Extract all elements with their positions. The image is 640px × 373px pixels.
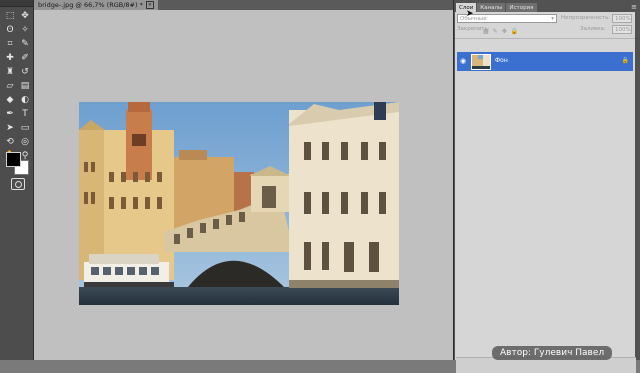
layer-row-background[interactable]: ◉ Фон 🔒	[457, 52, 633, 71]
visibility-eye-icon[interactable]: ◉	[460, 57, 469, 66]
lasso-icon[interactable]: ʘ	[4, 24, 16, 36]
panel-menu-icon[interactable]: ≡	[631, 3, 637, 11]
opacity-input[interactable]: 100%	[612, 14, 632, 23]
layers-options-row: Обычные ▾ Непрозрачность: 100%	[457, 14, 633, 24]
healing-brush-icon[interactable]: ✚	[4, 52, 16, 64]
fill-input[interactable]: 100%	[612, 25, 632, 34]
layers-panel-group: Слои Каналы История ≡ Обычные ▾ Непрозра…	[453, 0, 640, 373]
marquee-icon[interactable]: ⬚	[4, 10, 16, 22]
opacity-label: Непрозрачность:	[561, 15, 611, 21]
magic-wand-icon[interactable]: ✧	[19, 24, 31, 36]
color-swatches	[6, 152, 30, 175]
brush-icon[interactable]: ✐	[19, 52, 31, 64]
3d-rotate-icon[interactable]: ⟲	[4, 136, 16, 148]
type-icon[interactable]: T	[19, 108, 31, 120]
foreground-color-swatch[interactable]	[6, 152, 21, 167]
canvas-area[interactable]	[34, 10, 453, 360]
document-tab-bar: bridge-.jpg @ 66,7% (RGB/8#) * ×	[34, 0, 453, 10]
lock-pixels-icon[interactable]: ✎	[493, 28, 498, 35]
tab-channels[interactable]: Каналы	[477, 3, 506, 12]
mouse-cursor-icon: ➤	[466, 9, 474, 19]
pen-icon[interactable]: ✒	[4, 108, 16, 120]
move-icon[interactable]: ✥	[19, 10, 31, 22]
lock-position-icon[interactable]: ✥	[502, 28, 507, 35]
dodge-icon[interactable]: ◐	[19, 94, 31, 106]
panel-divider	[455, 38, 635, 39]
clone-stamp-icon[interactable]: ♜	[4, 66, 16, 78]
venice-rialto-photo	[79, 102, 399, 305]
quick-mask-icon	[14, 180, 22, 188]
author-watermark: Автор: Гулевич Павел	[492, 346, 613, 360]
document-tab[interactable]: bridge-.jpg @ 66,7% (RGB/8#) * ×	[34, 0, 158, 10]
3d-camera-icon[interactable]: ◎	[19, 136, 31, 148]
document-image[interactable]	[79, 102, 399, 305]
layers-panel: Обычные ▾ Непрозрачность: 100% Закрепить…	[455, 12, 636, 373]
chevron-down-icon: ▾	[551, 16, 554, 22]
panel-tab-bar: Слои Каналы История	[454, 3, 636, 12]
eraser-icon[interactable]: ▱	[4, 80, 16, 92]
lock-transparency-icon[interactable]: ▦	[483, 28, 489, 35]
shape-icon[interactable]: ▭	[19, 122, 31, 134]
crop-icon[interactable]: ⌗	[4, 38, 16, 50]
blur-icon[interactable]: ◆	[4, 94, 16, 106]
gradient-icon[interactable]: ▤	[19, 80, 31, 92]
lock-all-icon[interactable]: 🔒	[511, 28, 518, 35]
history-brush-icon[interactable]: ↺	[19, 66, 31, 78]
toolbox-grip[interactable]	[0, 0, 33, 7]
lock-options: ▦ ✎ ✥ 🔒	[483, 28, 518, 35]
layer-thumbnail	[471, 54, 491, 70]
quick-mask-button[interactable]	[11, 178, 25, 190]
layer-name: Фон	[495, 57, 508, 64]
close-tab-icon[interactable]: ×	[145, 1, 154, 9]
toolbox: ⬚✥ʘ✧⌗✎✚✐♜↺▱▤◆◐✒T➤▭⟲◎✋⚲	[0, 0, 34, 360]
fill-label: Заливка:	[580, 26, 606, 32]
eyedropper-icon[interactable]: ✎	[19, 38, 31, 50]
tab-history[interactable]: История	[506, 3, 537, 12]
tool-grid: ⬚✥ʘ✧⌗✎✚✐♜↺▱▤◆◐✒T➤▭⟲◎✋⚲	[0, 7, 33, 162]
document-tab-title: bridge-.jpg @ 66,7% (RGB/8#) *	[38, 1, 143, 9]
path-selection-icon[interactable]: ➤	[4, 122, 16, 134]
layer-lock-icon: 🔒	[621, 57, 629, 64]
